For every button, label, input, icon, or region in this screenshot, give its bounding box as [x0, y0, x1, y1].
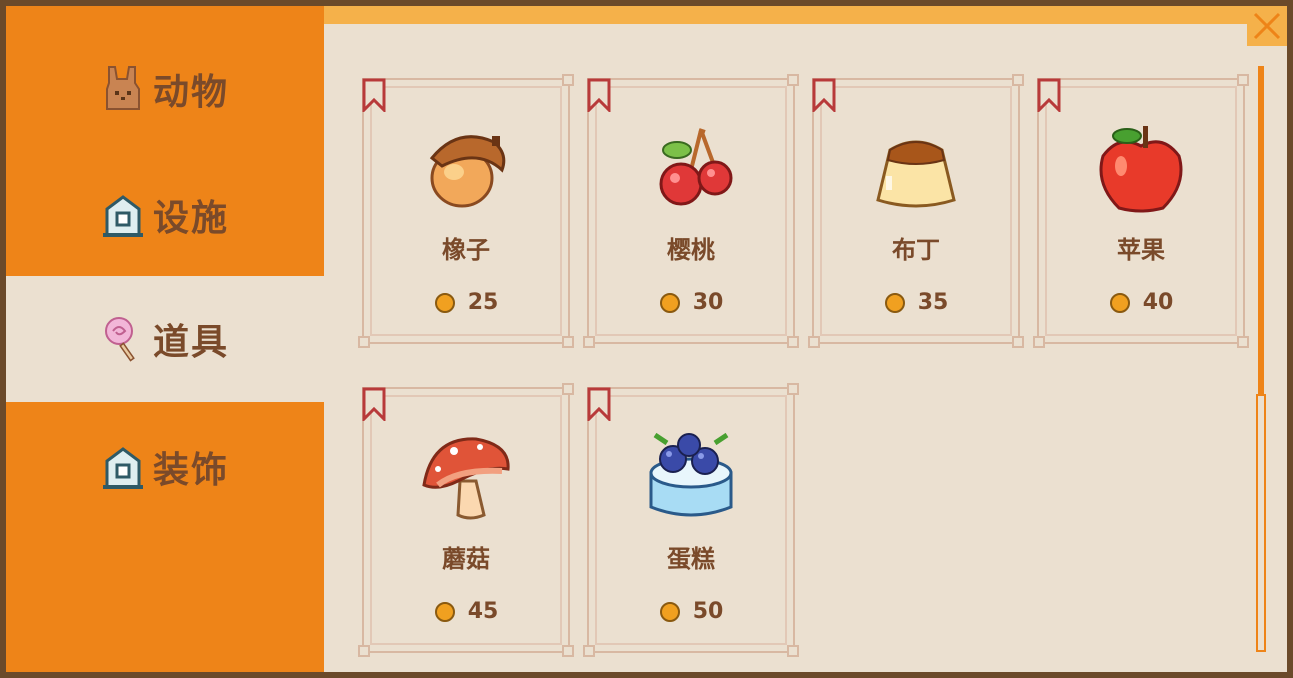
item-card-acorn[interactable]: 橡子 25	[358, 74, 574, 348]
coin-icon	[659, 601, 680, 622]
acorn-icon	[429, 135, 506, 208]
price-value: 50	[692, 599, 724, 624]
coin-icon	[1109, 292, 1130, 313]
item-price: 35	[814, 290, 1018, 315]
item-card-cake[interactable]: 蛋糕 50	[583, 383, 799, 657]
tab-label: 装饰	[152, 450, 229, 491]
scrollbar-thumb[interactable]	[1256, 394, 1266, 652]
item-card-mushroom[interactable]: 蘑菇 45	[358, 383, 574, 657]
house-icon	[102, 447, 143, 489]
price-value: 25	[467, 290, 499, 315]
coin-icon	[434, 292, 455, 313]
item-card-apple[interactable]: 苹果 40	[1033, 74, 1249, 348]
item-name: 蛋糕	[667, 545, 715, 573]
item-price: 45	[364, 599, 568, 624]
top-bar	[324, 6, 1287, 24]
house-icon	[102, 195, 143, 237]
rabbit-icon	[105, 66, 140, 110]
item-price: 40	[1039, 290, 1243, 315]
item-name: 樱桃	[667, 236, 715, 264]
item-price: 25	[364, 290, 568, 315]
item-price: 30	[589, 290, 793, 315]
shop-window: 动物 设施 道具 装饰 橡子 25 樱桃 30 布丁 35 苹果 40 蘑菇 4…	[6, 6, 1287, 672]
tab-animals[interactable]: 动物	[6, 24, 324, 154]
price-value: 40	[1142, 290, 1174, 315]
item-name: 布丁	[892, 236, 940, 264]
coin-icon	[434, 601, 455, 622]
coin-icon	[659, 292, 680, 313]
item-card-pudding[interactable]: 布丁 35	[808, 74, 1024, 348]
tab-decorations[interactable]: 装饰	[6, 402, 324, 532]
cherry-icon	[659, 128, 733, 206]
bookmark-icon	[362, 78, 386, 112]
bookmark-icon	[587, 78, 611, 112]
tab-label: 道具	[152, 322, 229, 363]
scrollbar-track[interactable]	[1258, 66, 1264, 396]
tab-label: 设施	[152, 198, 229, 239]
item-card-cherry[interactable]: 樱桃 30	[583, 74, 799, 348]
lollipop-icon	[104, 317, 135, 362]
mushroom-icon	[422, 437, 510, 520]
apple-icon	[1099, 126, 1183, 213]
close-button[interactable]	[1247, 6, 1287, 46]
tab-label: 动物	[152, 72, 229, 113]
close-icon	[1253, 12, 1281, 40]
bookmark-icon	[587, 387, 611, 421]
coin-icon	[884, 292, 905, 313]
bookmark-icon	[812, 78, 836, 112]
item-name: 蘑菇	[442, 545, 490, 573]
price-value: 30	[692, 290, 724, 315]
blueberry-cake-icon	[649, 432, 733, 517]
bookmark-icon	[1037, 78, 1061, 112]
category-sidebar: 动物 设施 道具 装饰	[6, 6, 324, 672]
item-price: 50	[589, 599, 793, 624]
item-name: 橡子	[442, 236, 490, 264]
item-name: 苹果	[1117, 236, 1165, 264]
bookmark-icon	[362, 387, 386, 421]
pudding-icon	[876, 140, 956, 208]
tab-items[interactable]: 道具	[6, 276, 324, 402]
price-value: 45	[467, 599, 499, 624]
price-value: 35	[917, 290, 949, 315]
tab-facilities[interactable]: 设施	[6, 154, 324, 276]
